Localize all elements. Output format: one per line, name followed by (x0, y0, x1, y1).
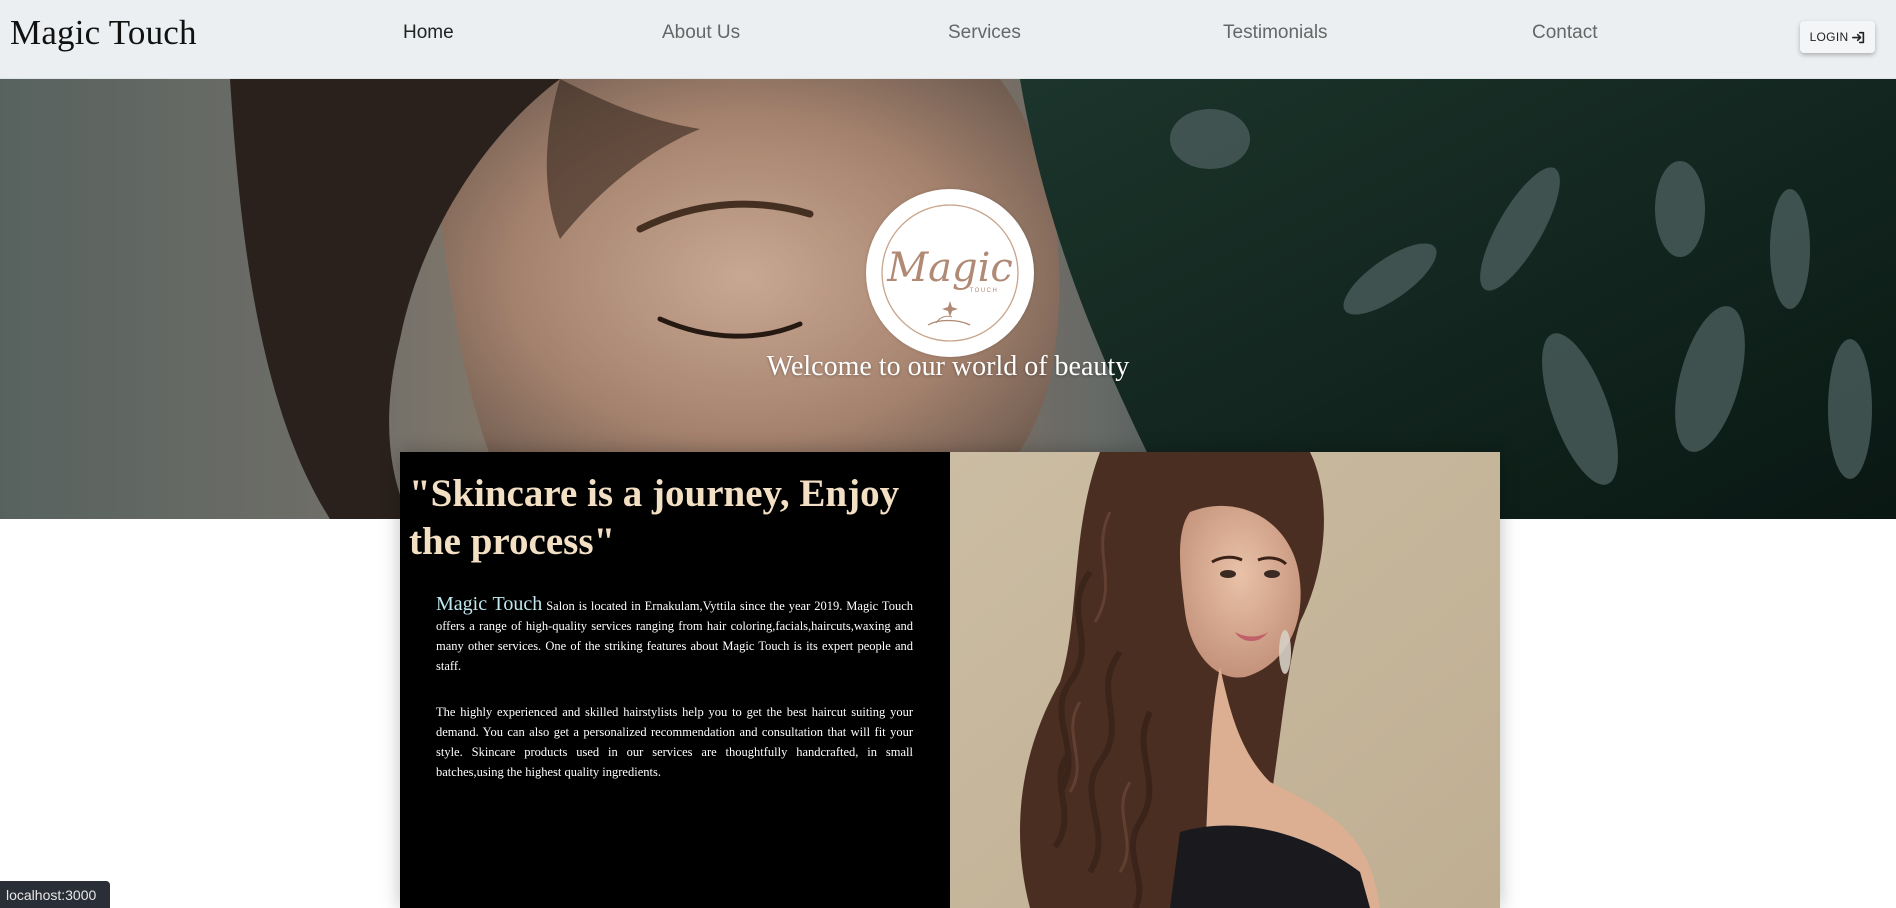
nav-link-about-us[interactable]: About Us (662, 22, 740, 44)
about-paragraph-1: Magic Touch Salon is located in Ernakula… (436, 594, 913, 676)
nav-link-home[interactable]: Home (403, 22, 454, 44)
nav-link-testimonials[interactable]: Testimonials (1223, 22, 1328, 44)
skincare-quote: "Skincare is a journey, Enjoy the proces… (409, 472, 900, 563)
about-text-panel: "Skincare is a journey, Enjoy the proces… (400, 452, 950, 908)
brand-inline-name: Magic Touch (436, 593, 543, 615)
login-button[interactable]: LOGIN (1800, 21, 1875, 53)
about-paragraph-2: The highly experienced and skilled hairs… (436, 705, 913, 779)
nav-link-contact[interactable]: Contact (1532, 22, 1597, 44)
about-section: "Skincare is a journey, Enjoy the proces… (400, 452, 1500, 908)
login-label: LOGIN (1809, 30, 1849, 44)
brand-logo-text[interactable]: Magic Touch (10, 13, 197, 53)
sign-in-icon (1852, 31, 1865, 43)
model-photo (950, 452, 1500, 908)
logo-emblem-icon: Magic TOUCH (881, 204, 1019, 342)
logo-subtext: TOUCH (970, 288, 999, 294)
nav-link-services[interactable]: Services (948, 22, 1021, 44)
hero-welcome-heading: Welcome to our world of beauty (766, 351, 1130, 382)
salon-logo: Magic TOUCH (866, 189, 1034, 357)
navbar: Magic Touch Home About Us Services Testi… (0, 0, 1896, 79)
logo-script-text: Magic (886, 245, 1013, 291)
browser-status-url: localhost:3000 (0, 881, 110, 908)
model-photo-image (950, 452, 1500, 908)
